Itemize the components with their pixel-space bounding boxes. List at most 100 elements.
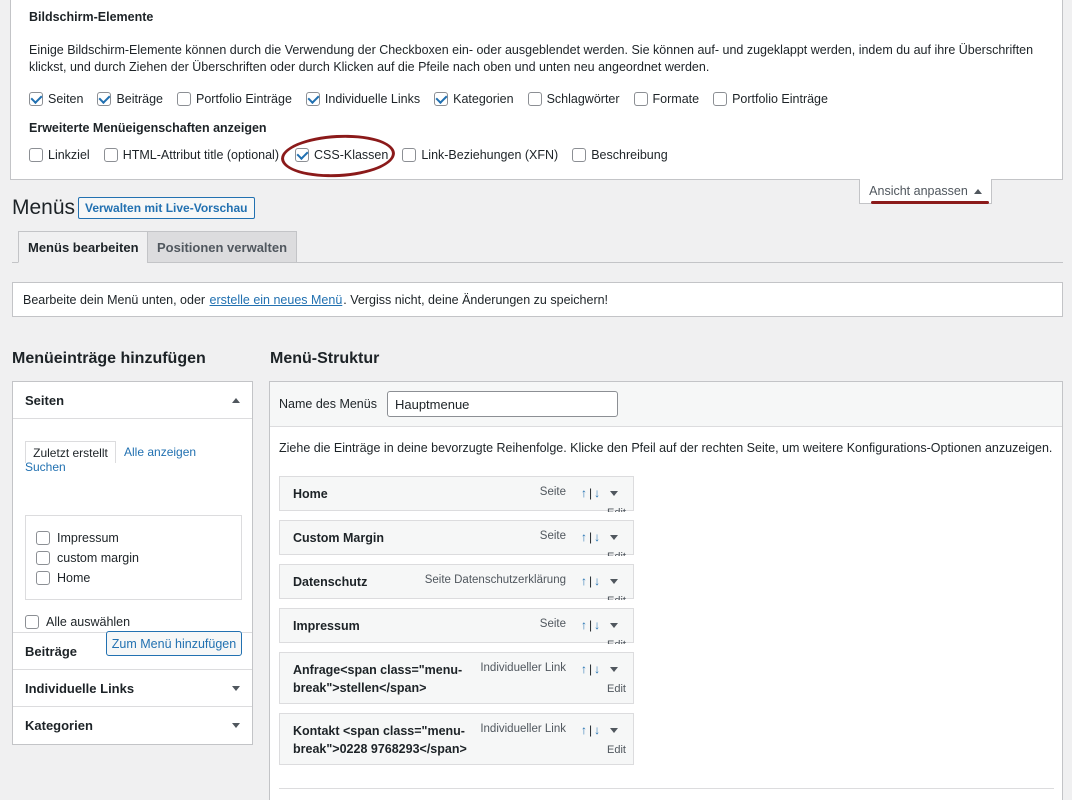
move-up-icon[interactable]: ↑ — [581, 530, 587, 544]
option-beschreibung[interactable]: Beschreibung — [572, 148, 668, 162]
menu-item-datenschutz[interactable]: Datenschutz Seite Datenschutzerklärung ↑… — [279, 564, 634, 600]
edit-link[interactable]: Edit — [607, 639, 626, 644]
checkbox[interactable] — [527, 92, 542, 106]
menu-name-bar: Name des Menüs Hauptmenue — [270, 382, 1062, 427]
divider — [279, 788, 1054, 789]
checkbox[interactable] — [36, 551, 50, 565]
menu-item-type: Individueller Link — [480, 723, 566, 735]
option-html-title[interactable]: HTML-Attribut title (optional) — [103, 148, 279, 162]
edit-link[interactable]: Edit — [607, 744, 626, 756]
option-kategorien[interactable]: Kategorien — [434, 92, 514, 106]
menu-item-controls: ↑ | ↓ — [581, 530, 619, 544]
move-up-icon[interactable]: ↑ — [581, 486, 587, 500]
tab-menus-bearbeiten[interactable]: Menüs bearbeiten — [18, 231, 149, 263]
option-linkziel[interactable]: Linkziel — [29, 148, 90, 162]
section-seiten[interactable]: Seiten — [13, 382, 252, 419]
option-portfolio[interactable]: Portfolio Einträge — [177, 92, 292, 106]
annotation-circle — [279, 132, 397, 180]
add-items-title: Menüeinträge hinzufügen — [12, 350, 206, 367]
checkbox[interactable] — [633, 92, 648, 106]
checkbox[interactable] — [97, 92, 112, 106]
option-seiten[interactable]: Seiten — [29, 92, 83, 106]
nav-tabs: Menüs bearbeiten Positionen verwalten — [12, 231, 1063, 263]
menu-item-kontakt[interactable]: Kontakt <span class="menu-break">0228 97… — [279, 713, 634, 765]
checkbox[interactable] — [402, 148, 417, 162]
option-xfn[interactable]: Link-Beziehungen (XFN) — [402, 148, 558, 162]
dropdown-arrow-icon[interactable] — [610, 622, 619, 628]
checkbox[interactable] — [103, 148, 118, 162]
expand-icon — [232, 723, 240, 728]
advanced-title: Erweiterte Menüeigenschaften anzeigen — [29, 121, 267, 135]
dropdown-arrow-icon[interactable] — [610, 534, 619, 540]
tab-positionen-verwalten[interactable]: Positionen verwalten — [147, 231, 298, 263]
option-individuelle-links[interactable]: Individuelle Links — [305, 92, 420, 106]
option-beitraege[interactable]: Beiträge — [97, 92, 163, 106]
option-portfolio-2[interactable]: Portfolio Einträge — [713, 92, 828, 106]
dropdown-arrow-icon[interactable] — [610, 666, 619, 672]
dropdown-arrow-icon[interactable] — [610, 727, 619, 733]
menu-item-type: Seite — [539, 618, 566, 630]
page-item-impressum[interactable]: Impressum — [36, 531, 119, 545]
menu-item-type: Individueller Link — [480, 662, 566, 674]
menu-item-title: Impressum — [293, 619, 360, 633]
edit-link[interactable]: Edit — [607, 507, 626, 512]
add-items-accordion: Seiten Zuletzt erstellt Alle anzeigen Su… — [12, 381, 253, 745]
checkbox[interactable] — [29, 148, 43, 162]
edit-link[interactable]: Edit — [607, 595, 626, 600]
menu-item-title: Anfrage<span class="menu-break">stellen<… — [293, 663, 463, 695]
pages-list: Impressum custom margin Home — [25, 515, 242, 600]
checkbox[interactable] — [25, 615, 39, 629]
checkbox[interactable] — [36, 531, 50, 545]
move-up-icon[interactable]: ↑ — [581, 662, 587, 676]
tab-alle-anzeigen[interactable]: Alle anzeigen — [124, 445, 196, 459]
move-down-icon[interactable]: ↓ — [594, 574, 600, 588]
menu-item-custom-margin[interactable]: Custom Margin Seite ↑|↓ Edit — [279, 520, 634, 556]
move-up-icon[interactable]: ↑ — [581, 574, 587, 588]
checkbox[interactable] — [36, 571, 50, 585]
option-formate[interactable]: Formate — [633, 92, 699, 106]
menu-name-input[interactable]: Hauptmenue — [386, 391, 618, 417]
menu-item-home[interactable]: Home Seite ↑|↓ Edit — [279, 476, 634, 512]
menu-item-anfrage[interactable]: Anfrage<span class="menu-break">stellen<… — [279, 652, 634, 704]
move-up-icon[interactable]: ↑ — [581, 618, 587, 632]
select-all[interactable]: Alle auswählen — [25, 615, 130, 629]
menu-item-title: Custom Margin — [293, 531, 384, 545]
section-individuelle-links[interactable]: Individuelle Links — [13, 670, 252, 707]
menu-item-impressum[interactable]: Impressum Seite ↑|↓ Edit — [279, 608, 634, 644]
checkbox[interactable] — [572, 148, 587, 162]
checkbox[interactable] — [29, 92, 43, 106]
menu-structure-title: Menü-Struktur — [270, 350, 380, 367]
add-to-menu-button[interactable]: Zum Menü hinzufügen — [106, 631, 242, 656]
menu-item-controls: ↑ | ↓ — [581, 574, 619, 588]
live-preview-button[interactable]: Verwalten mit Live-Vorschau — [78, 197, 255, 219]
edit-link[interactable]: Edit — [607, 683, 626, 695]
move-down-icon[interactable]: ↓ — [594, 486, 600, 500]
page-item-home[interactable]: Home — [36, 571, 90, 585]
move-down-icon[interactable]: ↓ — [594, 530, 600, 544]
move-down-icon[interactable]: ↓ — [594, 618, 600, 632]
dropdown-arrow-icon[interactable] — [610, 578, 619, 584]
dropdown-arrow-icon[interactable] — [610, 490, 619, 496]
section-kategorien[interactable]: Kategorien — [13, 707, 252, 744]
menu-item-type: Seite — [539, 530, 566, 542]
checkbox[interactable] — [305, 92, 320, 106]
expand-icon — [232, 685, 240, 691]
move-up-icon[interactable]: ↑ — [581, 723, 587, 737]
option-schlagwoerter[interactable]: Schlagwörter — [527, 92, 620, 106]
move-down-icon[interactable]: ↓ — [594, 723, 600, 737]
menu-item-title: Kontakt <span class="menu-break">0228 97… — [293, 724, 467, 756]
screen-options-boxes: Seiten Beiträge Portfolio Einträge Indiv… — [29, 92, 842, 106]
menu-item-type: Seite Datenschutzerklärung — [424, 574, 566, 586]
page-item-custom-margin[interactable]: custom margin — [36, 551, 139, 565]
move-down-icon[interactable]: ↓ — [594, 662, 600, 676]
create-menu-link[interactable]: erstelle ein neues Menü — [210, 293, 343, 307]
checkbox[interactable] — [713, 92, 728, 106]
menu-structure-panel: Name des Menüs Hauptmenue Ziehe die Eint… — [269, 381, 1063, 800]
edit-link[interactable]: Edit — [607, 551, 626, 556]
menu-item-controls: ↑ | ↓ — [581, 618, 619, 632]
tab-suchen[interactable]: Suchen — [25, 460, 66, 474]
checkbox[interactable] — [434, 92, 449, 106]
screen-options-panel: Bildschirm-Elemente Einige Bildschirm-El… — [10, 0, 1063, 180]
menu-item-type: Seite — [539, 486, 566, 498]
checkbox[interactable] — [177, 92, 192, 106]
